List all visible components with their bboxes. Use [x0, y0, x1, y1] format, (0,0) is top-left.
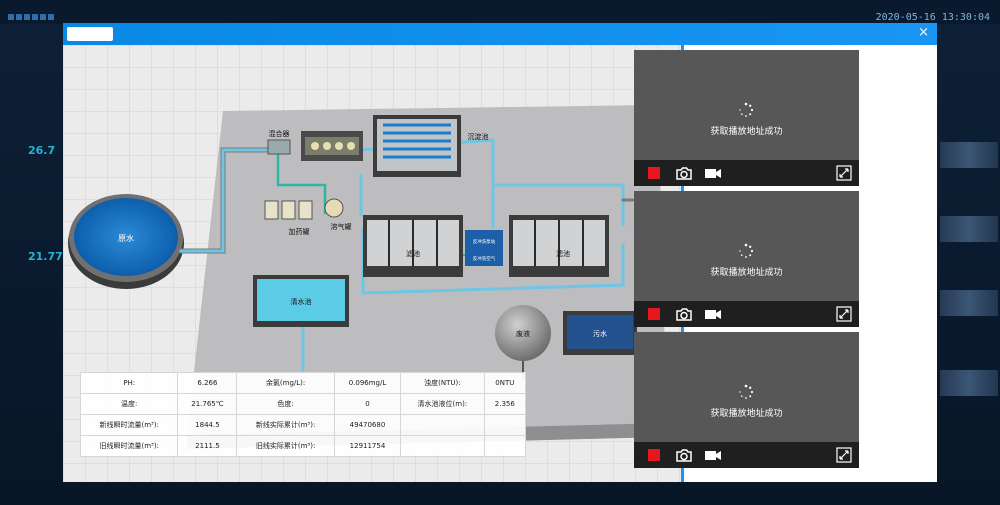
metric-value: 12911754 [333, 435, 402, 457]
right-thumb [940, 216, 998, 242]
metric-label: PH: [79, 372, 179, 394]
aeration-label: 溶气罐 [331, 222, 352, 231]
metric-label: 浊度(NTU): [400, 372, 485, 394]
dosing-label: 加药罐 [289, 227, 310, 236]
camera-status: 获取播放地址成功 [710, 127, 783, 137]
camera-icon[interactable] [675, 306, 693, 322]
metric-value: 0.096mg/L [333, 372, 402, 394]
waste-water-tank: 污水 [563, 311, 637, 355]
camera-controls [634, 301, 859, 327]
fullscreen-icon[interactable] [836, 447, 852, 463]
metric-label: 余氯(mg/L): [236, 372, 335, 394]
flocculation-tank [301, 131, 363, 161]
camera-panel-3: 获取播放地址成功 [634, 332, 859, 468]
dashboard-left-panel: 26.7 21.77 [0, 70, 63, 500]
sedimentation-label: 沉淀池 [468, 132, 489, 141]
modal-title-bar: × [63, 23, 937, 45]
loading-spinner-icon [739, 384, 754, 399]
record-icon[interactable] [648, 308, 660, 320]
close-button[interactable]: × [918, 25, 929, 40]
camera-icon[interactable] [675, 165, 693, 181]
video-icon[interactable] [704, 306, 722, 322]
camera-controls [634, 442, 859, 468]
metric-value: 2111.5 [177, 435, 238, 457]
camera-icon[interactable] [675, 447, 693, 463]
metric-label: 清水池液位(m): [400, 393, 485, 415]
right-thumb [940, 142, 998, 168]
filter-left-label: 滤池 [406, 249, 420, 258]
raw-water-label: 原水 [118, 233, 134, 243]
dashboard-logo [8, 14, 54, 20]
metric-value: 1844.5 [177, 414, 238, 436]
sludge-tank: 废液 [495, 305, 551, 361]
metric-value: 21.765℃ [177, 393, 238, 415]
video-icon[interactable] [704, 447, 722, 463]
metric-value: 0 [333, 393, 402, 415]
table-row: 新线瞬时流量(m³): 1844.5 新线实际累计(m³): 49470680 [79, 414, 527, 436]
camera-panel-1: 获取播放地址成功 [634, 50, 859, 186]
metric-value: 0NTU [483, 372, 527, 394]
left-value-1: 26.7 [28, 144, 56, 157]
pump-top-label: 反冲洗泵站 [473, 238, 496, 245]
right-thumb [940, 370, 998, 396]
right-thumb [940, 290, 998, 316]
metric-value [483, 414, 527, 436]
camera-status: 获取播放地址成功 [710, 409, 783, 419]
metric-value: 6.266 [177, 372, 238, 394]
fullscreen-icon[interactable] [836, 165, 852, 181]
dashboard-datetime: 2020-05-16 13:30:04 [875, 12, 990, 23]
loading-spinner-icon [739, 243, 754, 258]
metric-label [400, 414, 485, 436]
camera-status: 获取播放地址成功 [710, 268, 783, 278]
mixer: 混合器 [267, 129, 291, 155]
metric-label [400, 435, 485, 457]
dashboard-right-panel [938, 70, 1000, 500]
filter-right: 滤池 [509, 215, 609, 277]
camera-panel-2: 获取播放地址成功 [634, 191, 859, 327]
metric-value [483, 435, 527, 457]
metric-value: 2.356 [483, 393, 527, 415]
filter-right-label: 滤池 [556, 249, 570, 258]
clear-water-label: 清水池 [291, 297, 312, 306]
table-row: PH: 6.266 余氯(mg/L): 0.096mg/L 浊度(NTU): 0… [79, 372, 527, 394]
waste-water-label: 污水 [593, 329, 607, 338]
clear-water-tank: 清水池 [253, 275, 349, 327]
metric-label: 旧线实际累计(m³): [236, 435, 335, 457]
record-icon[interactable] [648, 167, 660, 179]
pump-bottom-label: 反冲洗空气 [473, 255, 496, 262]
metric-label: 温度: [79, 393, 179, 415]
metric-label: 旧线瞬时流量(m³): [79, 435, 179, 457]
metric-label: 新线实际累计(m³): [236, 414, 335, 436]
table-row: 旧线瞬时流量(m³): 2111.5 旧线实际累计(m³): 12911754 [79, 435, 527, 457]
table-row: 温度: 21.765℃ 色度: 0 清水池液位(m): 2.356 [79, 393, 527, 415]
metric-value: 49470680 [333, 414, 402, 436]
raw-water-tank: 原水 [68, 194, 184, 289]
metrics-table: PH: 6.266 余氯(mg/L): 0.096mg/L 浊度(NTU): 0… [79, 372, 527, 457]
mixer-label: 混合器 [269, 129, 290, 138]
fullscreen-icon[interactable] [836, 306, 852, 322]
metric-label: 新线瞬时流量(m³): [79, 414, 179, 436]
camera-controls [634, 160, 859, 186]
record-icon[interactable] [648, 449, 660, 461]
backwash-pump-station: 反冲洗泵站 反冲洗空气 [465, 230, 503, 266]
loading-spinner-icon [739, 102, 754, 117]
sludge-label: 废液 [516, 329, 530, 338]
video-icon[interactable] [704, 165, 722, 181]
metric-label: 色度: [236, 393, 335, 415]
filter-left: 滤池 [363, 215, 463, 277]
modal-title-redacted [67, 27, 113, 41]
dashboard-header [0, 0, 1000, 24]
left-value-2: 21.77 [28, 250, 63, 263]
